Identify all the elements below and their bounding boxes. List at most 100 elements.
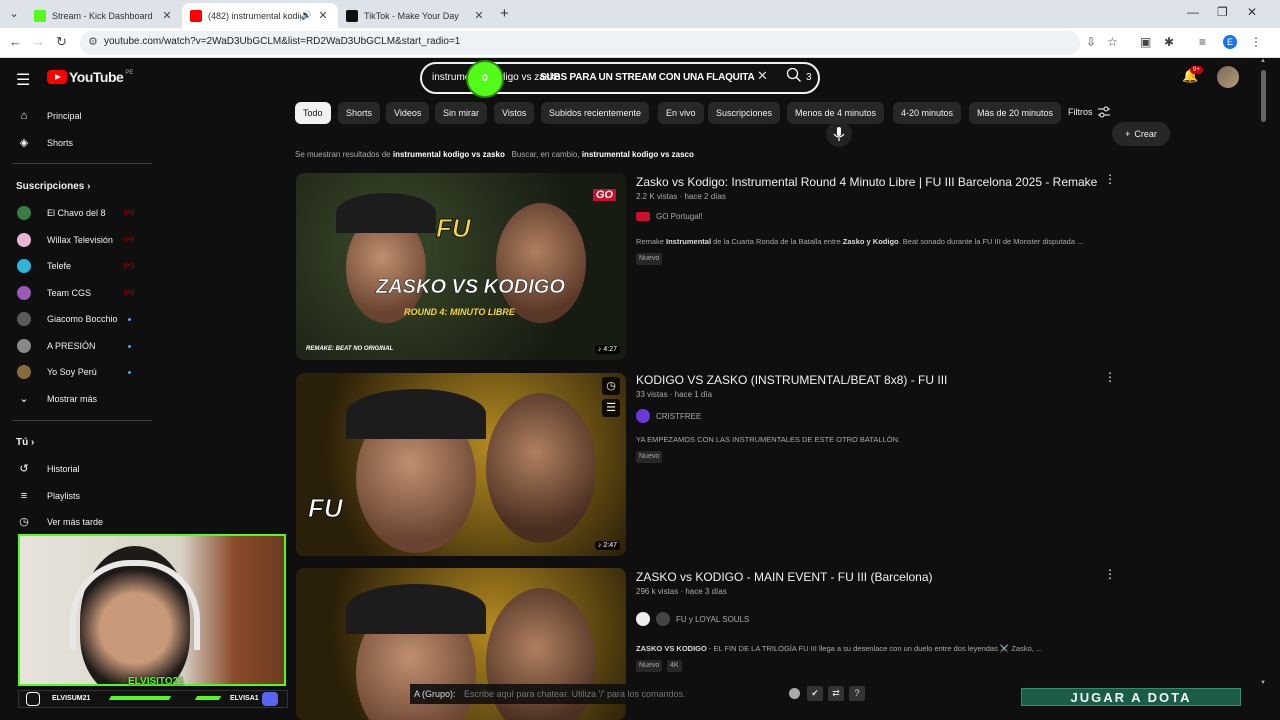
video-thumbnail[interactable]: FU ◷ ☰ ♪ 2:47: [296, 373, 626, 556]
video-title-link[interactable]: ZASKO vs KODIGO - MAIN EVENT - FU III (B…: [636, 570, 933, 584]
extension-icon[interactable]: ▣: [1140, 35, 1151, 49]
install-icon[interactable]: ⇩: [1086, 35, 1096, 49]
chip-suscripciones[interactable]: Suscripciones: [708, 102, 781, 124]
bookmark-star-icon[interactable]: ☆: [1107, 35, 1118, 49]
sidebar-item-shorts[interactable]: ◈ Shorts: [0, 130, 152, 156]
channel-avatar: [17, 233, 31, 247]
sidebar-item-subscription[interactable]: A PRESIÓN: [0, 333, 152, 359]
close-tab-icon[interactable]: ✕: [472, 9, 486, 22]
sidebar-item-subscription[interactable]: Telefe ((•)): [0, 253, 152, 279]
sidebar-item-subscription[interactable]: Willax Televisión ((•)): [0, 227, 152, 253]
sidebar-item-watch-later[interactable]: ◷ Ver más tarde: [0, 509, 152, 535]
search-icon[interactable]: [786, 67, 802, 83]
desc-part: Remake: [636, 237, 667, 246]
chip-en-vivo[interactable]: En vivo: [658, 102, 704, 124]
chip-subidos[interactable]: Subidos recientemente: [541, 102, 650, 124]
chip-sin-mirar[interactable]: Sin mirar: [435, 102, 488, 124]
chip-mas-20[interactable]: Más de 20 minutos: [969, 102, 1062, 124]
sidebar-item-label: El Chavo del 8: [47, 208, 106, 218]
chip-vistos[interactable]: Vistos: [494, 102, 535, 124]
sidebar-item-label: A PRESIÓN: [47, 341, 96, 351]
channel-link[interactable]: GO Portugal!: [636, 212, 703, 221]
more-actions-icon[interactable]: ⋮: [1104, 567, 1116, 581]
media-icon[interactable]: ≡: [1199, 35, 1206, 49]
sidebar-item-playlists[interactable]: ≡ Playlists: [0, 483, 152, 509]
back-icon[interactable]: ←: [9, 34, 22, 49]
scrollbar-thumb[interactable]: [1261, 70, 1266, 122]
chip-shorts[interactable]: Shorts: [338, 102, 381, 124]
hamburger-menu-icon[interactable]: ☰: [16, 70, 30, 90]
close-tab-icon[interactable]: ✕: [316, 9, 330, 22]
history-icon: ↺: [19, 463, 29, 475]
sidebar-item-subscription[interactable]: El Chavo del 8 ((•)): [0, 200, 152, 226]
chip-videos[interactable]: Videos: [386, 102, 430, 124]
forward-icon[interactable]: →: [32, 34, 45, 49]
create-button[interactable]: + Crear: [1112, 122, 1170, 146]
reload-icon[interactable]: ↻: [56, 34, 67, 50]
help-button[interactable]: ?: [849, 686, 865, 701]
video-thumbnail[interactable]: FU GO ZASKO VS KODIGO ROUND 4: MINUTO LI…: [296, 173, 626, 360]
add-to-queue-icon[interactable]: ☰: [602, 399, 620, 417]
clear-search-icon[interactable]: ✕: [757, 68, 768, 84]
sidebar-item-subscription[interactable]: Giacomo Bocchio: [0, 306, 152, 332]
live-icon: ((•)): [123, 263, 134, 269]
tab-search-icon[interactable]: ⌄: [4, 4, 24, 24]
overlay-count: 3: [806, 72, 812, 83]
tab-youtube[interactable]: (482) instrumental kodigo v 🔊 ✕: [182, 3, 338, 28]
tab-kick-dashboard[interactable]: Stream - Kick Dashboard ✕: [26, 3, 182, 28]
maximize-icon[interactable]: ❐: [1217, 5, 1228, 19]
speaker-icon[interactable]: 🔊: [301, 10, 312, 21]
chip-todo[interactable]: Todo: [295, 102, 331, 124]
chip-4-20[interactable]: 4-20 minutos: [893, 102, 962, 124]
video-title-link[interactable]: KODIGO VS ZASKO (INSTRUMENTAL/BEAT 8x8) …: [636, 373, 947, 387]
sidebar-item-principal[interactable]: ⌂ Principal: [0, 103, 152, 129]
duration-text: 2:47: [603, 542, 617, 549]
sidebar-item-historial[interactable]: ↺ Historial: [0, 456, 152, 482]
subscriptions-heading[interactable]: Suscripciones ›: [16, 181, 90, 192]
channel-link[interactable]: FU y LOYAL SOULS: [636, 612, 749, 626]
sidebar-item-show-more[interactable]: ⌄ Mostrar más: [0, 386, 152, 412]
sidebar-item-subscription[interactable]: Yo Soy Perú: [0, 359, 152, 385]
sub-goal-message: SUBS PARA UN STREAM CON UNA FLAQUITA: [540, 72, 755, 83]
tab-tiktok[interactable]: TikTok - Make Your Day ✕: [338, 3, 494, 28]
youtube-logo[interactable]: YouTube PE: [47, 69, 133, 85]
more-actions-icon[interactable]: ⋮: [1104, 172, 1116, 186]
microphone-icon: [833, 127, 845, 141]
puzzle-icon[interactable]: ✱: [1164, 35, 1174, 49]
quality-badge: 4K: [667, 660, 682, 672]
chevron-right-icon: ›: [87, 181, 91, 192]
play-dota-button[interactable]: JUGAR A DOTA: [1021, 688, 1241, 706]
browser-menu-icon[interactable]: ⋮: [1250, 35, 1262, 49]
video-title-link[interactable]: Zasko vs Kodigo: Instrumental Round 4 Mi…: [636, 175, 1097, 189]
scroll-down-icon[interactable]: ▼: [1260, 680, 1266, 686]
more-actions-icon[interactable]: ⋮: [1104, 370, 1116, 384]
close-tab-icon[interactable]: ✕: [160, 9, 174, 22]
new-tab-icon[interactable]: +: [500, 5, 509, 22]
channel-link[interactable]: CRISTFREE: [636, 409, 701, 423]
translate-icon[interactable]: ⇄: [828, 686, 844, 701]
minimize-icon[interactable]: —: [1187, 5, 1199, 19]
notice-alt-query-link[interactable]: instrumental kodigo vs zasco: [582, 150, 694, 159]
you-heading[interactable]: Tú ›: [16, 437, 34, 448]
site-info-icon[interactable]: ⚙: [88, 35, 98, 48]
voice-search-button[interactable]: [826, 121, 852, 147]
watch-later-icon[interactable]: ◷: [602, 377, 620, 395]
scroll-up-icon[interactable]: ▲: [1260, 58, 1266, 64]
desc-highlight: ZASKO VS KODIGO: [636, 644, 707, 653]
notice-query[interactable]: instrumental kodigo vs zasko: [393, 150, 505, 159]
checkmark-icon[interactable]: ✔: [807, 686, 823, 701]
chip-menos-4[interactable]: Menos de 4 minutos: [787, 102, 885, 124]
emoji-icon[interactable]: [789, 688, 800, 699]
new-content-dot: [128, 344, 131, 348]
sidebar-item-subscription[interactable]: Team CGS ((•)): [0, 280, 152, 306]
address-bar[interactable]: ⚙ youtube.com/watch?v=2WaD3UbGCLM&list=R…: [80, 31, 1080, 55]
filters-button[interactable]: Filtros: [1068, 106, 1111, 118]
browser-profile-avatar[interactable]: E: [1223, 35, 1237, 49]
sidebar-item-label: Giacomo Bocchio: [47, 314, 118, 324]
instagram-handle: ELVISUM21: [52, 695, 91, 702]
instagram-icon: [26, 692, 40, 706]
page-scrollbar[interactable]: [1260, 58, 1268, 720]
sidebar-item-label: Yo Soy Perú: [47, 367, 97, 377]
close-window-icon[interactable]: ✕: [1247, 5, 1257, 19]
account-avatar[interactable]: [1217, 66, 1239, 88]
